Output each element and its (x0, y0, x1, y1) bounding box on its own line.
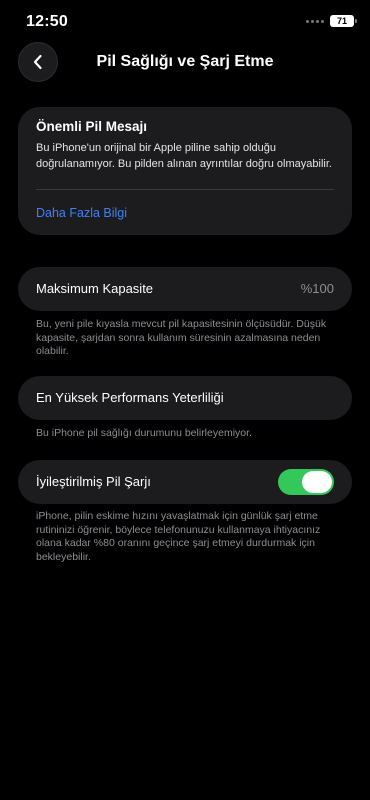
status-bar: 12:50 71 (0, 0, 370, 44)
battery-icon: 71 (330, 15, 357, 27)
optimized-charging-footnote: iPhone, pilin eskime hızını yavaşlatmak … (36, 510, 321, 563)
status-time: 12:50 (26, 13, 68, 30)
message-title: Önemli Pil Mesajı (36, 119, 148, 134)
message-body: Bu iPhone'un orijinal bir Apple piline s… (36, 142, 332, 170)
capacity-footnote: Bu, yeni pile kıyasla mevcut pil kapasit… (36, 318, 327, 357)
learn-more-link[interactable]: Daha Fazla Bilgi (36, 206, 127, 220)
signal-dots-icon (306, 19, 324, 23)
battery-message-card: Önemli Pil Mesajı Bu iPhone'un orijinal … (18, 107, 352, 235)
performance-footnote: Bu iPhone pil sağlığı durumunu belirleye… (36, 427, 252, 439)
max-capacity-label: Maksimum Kapasite (36, 281, 154, 296)
peak-performance-row[interactable]: En Yüksek Performans Yeterliliği (18, 376, 352, 420)
optimized-charging-row: İyileştirilmiş Pil Şarjı (18, 460, 352, 504)
navigation-bar: Pil Sağlığı ve Şarj Etme (0, 40, 370, 84)
max-capacity-value: %100 (300, 281, 334, 296)
divider (36, 189, 334, 190)
page-title: Pil Sağlığı ve Şarj Etme (96, 53, 274, 70)
optimized-charging-label: İyileştirilmiş Pil Şarjı (36, 474, 151, 489)
battery-level: 71 (336, 16, 347, 26)
toggle-knob (302, 471, 332, 493)
max-capacity-row: Maksimum Kapasite %100 (18, 267, 352, 311)
peak-performance-label: En Yüksek Performans Yeterliliği (36, 390, 224, 405)
optimized-charging-toggle[interactable] (278, 469, 334, 495)
status-indicators: 71 (306, 15, 357, 27)
